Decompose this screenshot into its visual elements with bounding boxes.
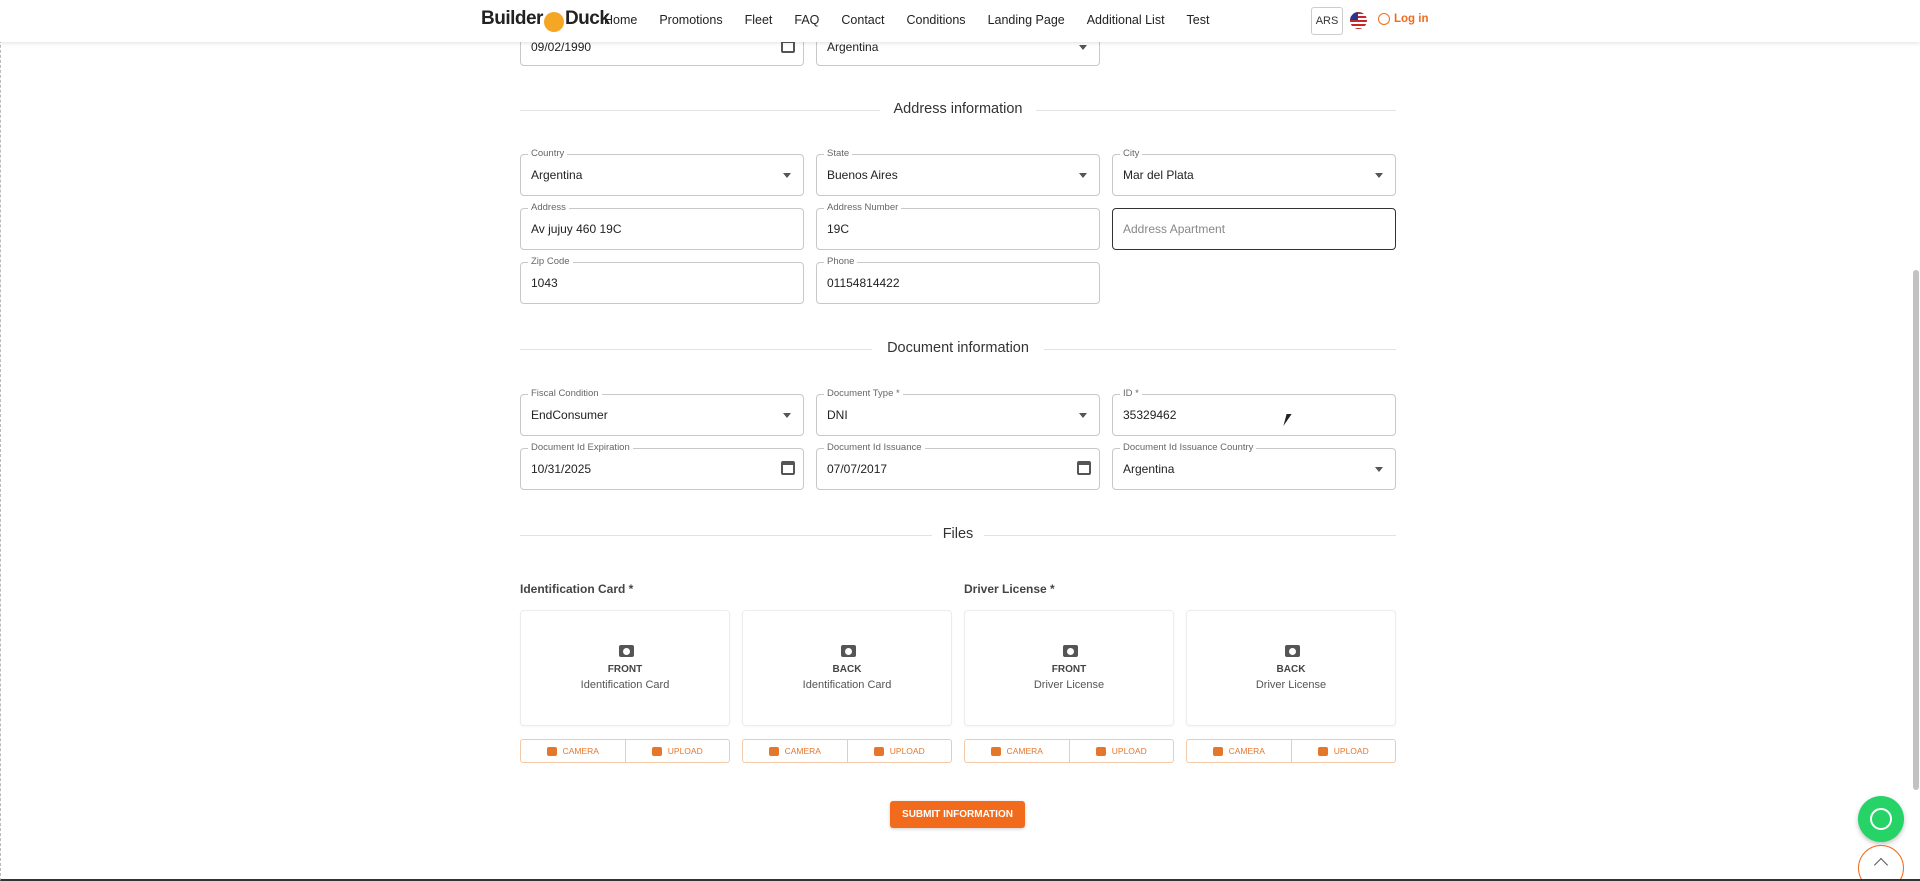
top-navbar: Builder Duck Home Promotions Fleet FAQ C… (0, 0, 1920, 42)
driver-license-label: Driver License * (964, 582, 1055, 596)
nav-links: Home Promotions Fleet FAQ Contact Condit… (604, 0, 1231, 40)
nationality-value: Argentina (827, 40, 879, 54)
camera-icon (1212, 746, 1223, 756)
identification-card-label: Identification Card * (520, 582, 634, 596)
camera-button[interactable]: CAMERA (1186, 739, 1292, 763)
calendar-icon[interactable] (781, 461, 795, 475)
license-back-actions: CAMERA UPLOAD (1186, 739, 1396, 763)
camera-button[interactable]: CAMERA (742, 739, 848, 763)
chevron-down-icon (1375, 467, 1383, 472)
camera-icon (1063, 645, 1078, 657)
upload-button[interactable]: UPLOAD (1069, 739, 1174, 763)
state-select[interactable]: State Buenos Aires (816, 148, 1100, 196)
id-input[interactable]: ID * 35329462 (1112, 388, 1396, 436)
upload-icon (873, 746, 884, 756)
camera-icon (1285, 645, 1300, 657)
section-title: Address information (520, 101, 1396, 117)
city-select[interactable]: City Mar del Plata (1112, 148, 1396, 196)
camera-icon (841, 645, 856, 657)
chevron-down-icon (1079, 45, 1087, 50)
phone-input[interactable]: Phone 01154814422 (816, 256, 1100, 304)
country-select[interactable]: Country Argentina (520, 148, 804, 196)
logo-text-left: Builder (481, 8, 543, 29)
whatsapp-icon[interactable] (1858, 796, 1904, 842)
nav-home[interactable]: Home (604, 13, 637, 27)
upload-card-license-back[interactable]: BACK Driver License (1186, 610, 1396, 726)
upload-card-license-front[interactable]: FRONT Driver License (964, 610, 1174, 726)
nav-contact[interactable]: Contact (841, 13, 884, 27)
upload-icon (1095, 746, 1106, 756)
address-number-input[interactable]: Address Number 19C (816, 202, 1100, 250)
zip-code-input[interactable]: Zip Code 1043 (520, 256, 804, 304)
camera-icon (619, 645, 634, 657)
calendar-icon[interactable] (1077, 461, 1091, 475)
chevron-down-icon (1375, 173, 1383, 178)
currency-selector[interactable]: ARS (1311, 7, 1343, 35)
user-circle-icon (1378, 13, 1390, 25)
upload-icon (651, 746, 662, 756)
submit-information-button[interactable]: SUBMIT INFORMATION (890, 801, 1025, 828)
document-section-header: Document information (520, 339, 1396, 359)
fiscal-condition-select[interactable]: Fiscal Condition EndConsumer (520, 388, 804, 436)
address-section-header: Address information (520, 100, 1396, 120)
login-link[interactable]: Log in (1378, 13, 1429, 25)
us-flag-icon[interactable] (1350, 12, 1367, 29)
nav-landing-page[interactable]: Landing Page (988, 13, 1065, 27)
section-title: Files (520, 526, 1396, 542)
section-title: Document information (520, 340, 1396, 356)
brand-logo[interactable]: Builder Duck (481, 8, 610, 32)
logo-text-right: Duck (564, 8, 610, 29)
camera-icon (546, 746, 557, 756)
upload-button[interactable]: UPLOAD (847, 739, 952, 763)
address-input[interactable]: Address Av jujuy 460 19C (520, 202, 804, 250)
birth-date-value: 09/02/1990 (531, 40, 592, 54)
duck-icon (543, 12, 564, 32)
issuance-country-select[interactable]: Document Id Issuance Country Argentina (1112, 442, 1396, 490)
camera-icon (990, 746, 1001, 756)
license-front-actions: CAMERA UPLOAD (964, 739, 1174, 763)
chevron-down-icon (783, 173, 791, 178)
viewport-border (0, 0, 1920, 881)
camera-icon (768, 746, 779, 756)
nav-additional-list[interactable]: Additional List (1087, 13, 1165, 27)
files-section-header: Files (520, 525, 1396, 545)
address-apartment-input[interactable]: Address Apartment (1112, 208, 1396, 250)
id-back-actions: CAMERA UPLOAD (742, 739, 952, 763)
id-front-actions: CAMERA UPLOAD (520, 739, 730, 763)
upload-button[interactable]: UPLOAD (625, 739, 730, 763)
nav-promotions[interactable]: Promotions (659, 13, 722, 27)
login-label: Log in (1394, 13, 1429, 25)
page-scrollbar[interactable] (1913, 270, 1919, 790)
nav-conditions[interactable]: Conditions (906, 13, 965, 27)
chevron-down-icon (783, 413, 791, 418)
nav-test[interactable]: Test (1187, 13, 1210, 27)
nav-faq[interactable]: FAQ (794, 13, 819, 27)
upload-card-id-back[interactable]: BACK Identification Card (742, 610, 952, 726)
upload-button[interactable]: UPLOAD (1291, 739, 1396, 763)
upload-card-id-front[interactable]: FRONT Identification Card (520, 610, 730, 726)
document-expiration-date[interactable]: Document Id Expiration 10/31/2025 (520, 442, 804, 490)
scroll-to-top-button[interactable] (1858, 845, 1904, 881)
document-type-select[interactable]: Document Type * DNI (816, 388, 1100, 436)
chevron-down-icon (1079, 173, 1087, 178)
camera-button[interactable]: CAMERA (520, 739, 626, 763)
upload-icon (1317, 746, 1328, 756)
chevron-down-icon (1079, 413, 1087, 418)
document-issuance-date[interactable]: Document Id Issuance 07/07/2017 (816, 442, 1100, 490)
nav-fleet[interactable]: Fleet (745, 13, 773, 27)
camera-button[interactable]: CAMERA (964, 739, 1070, 763)
